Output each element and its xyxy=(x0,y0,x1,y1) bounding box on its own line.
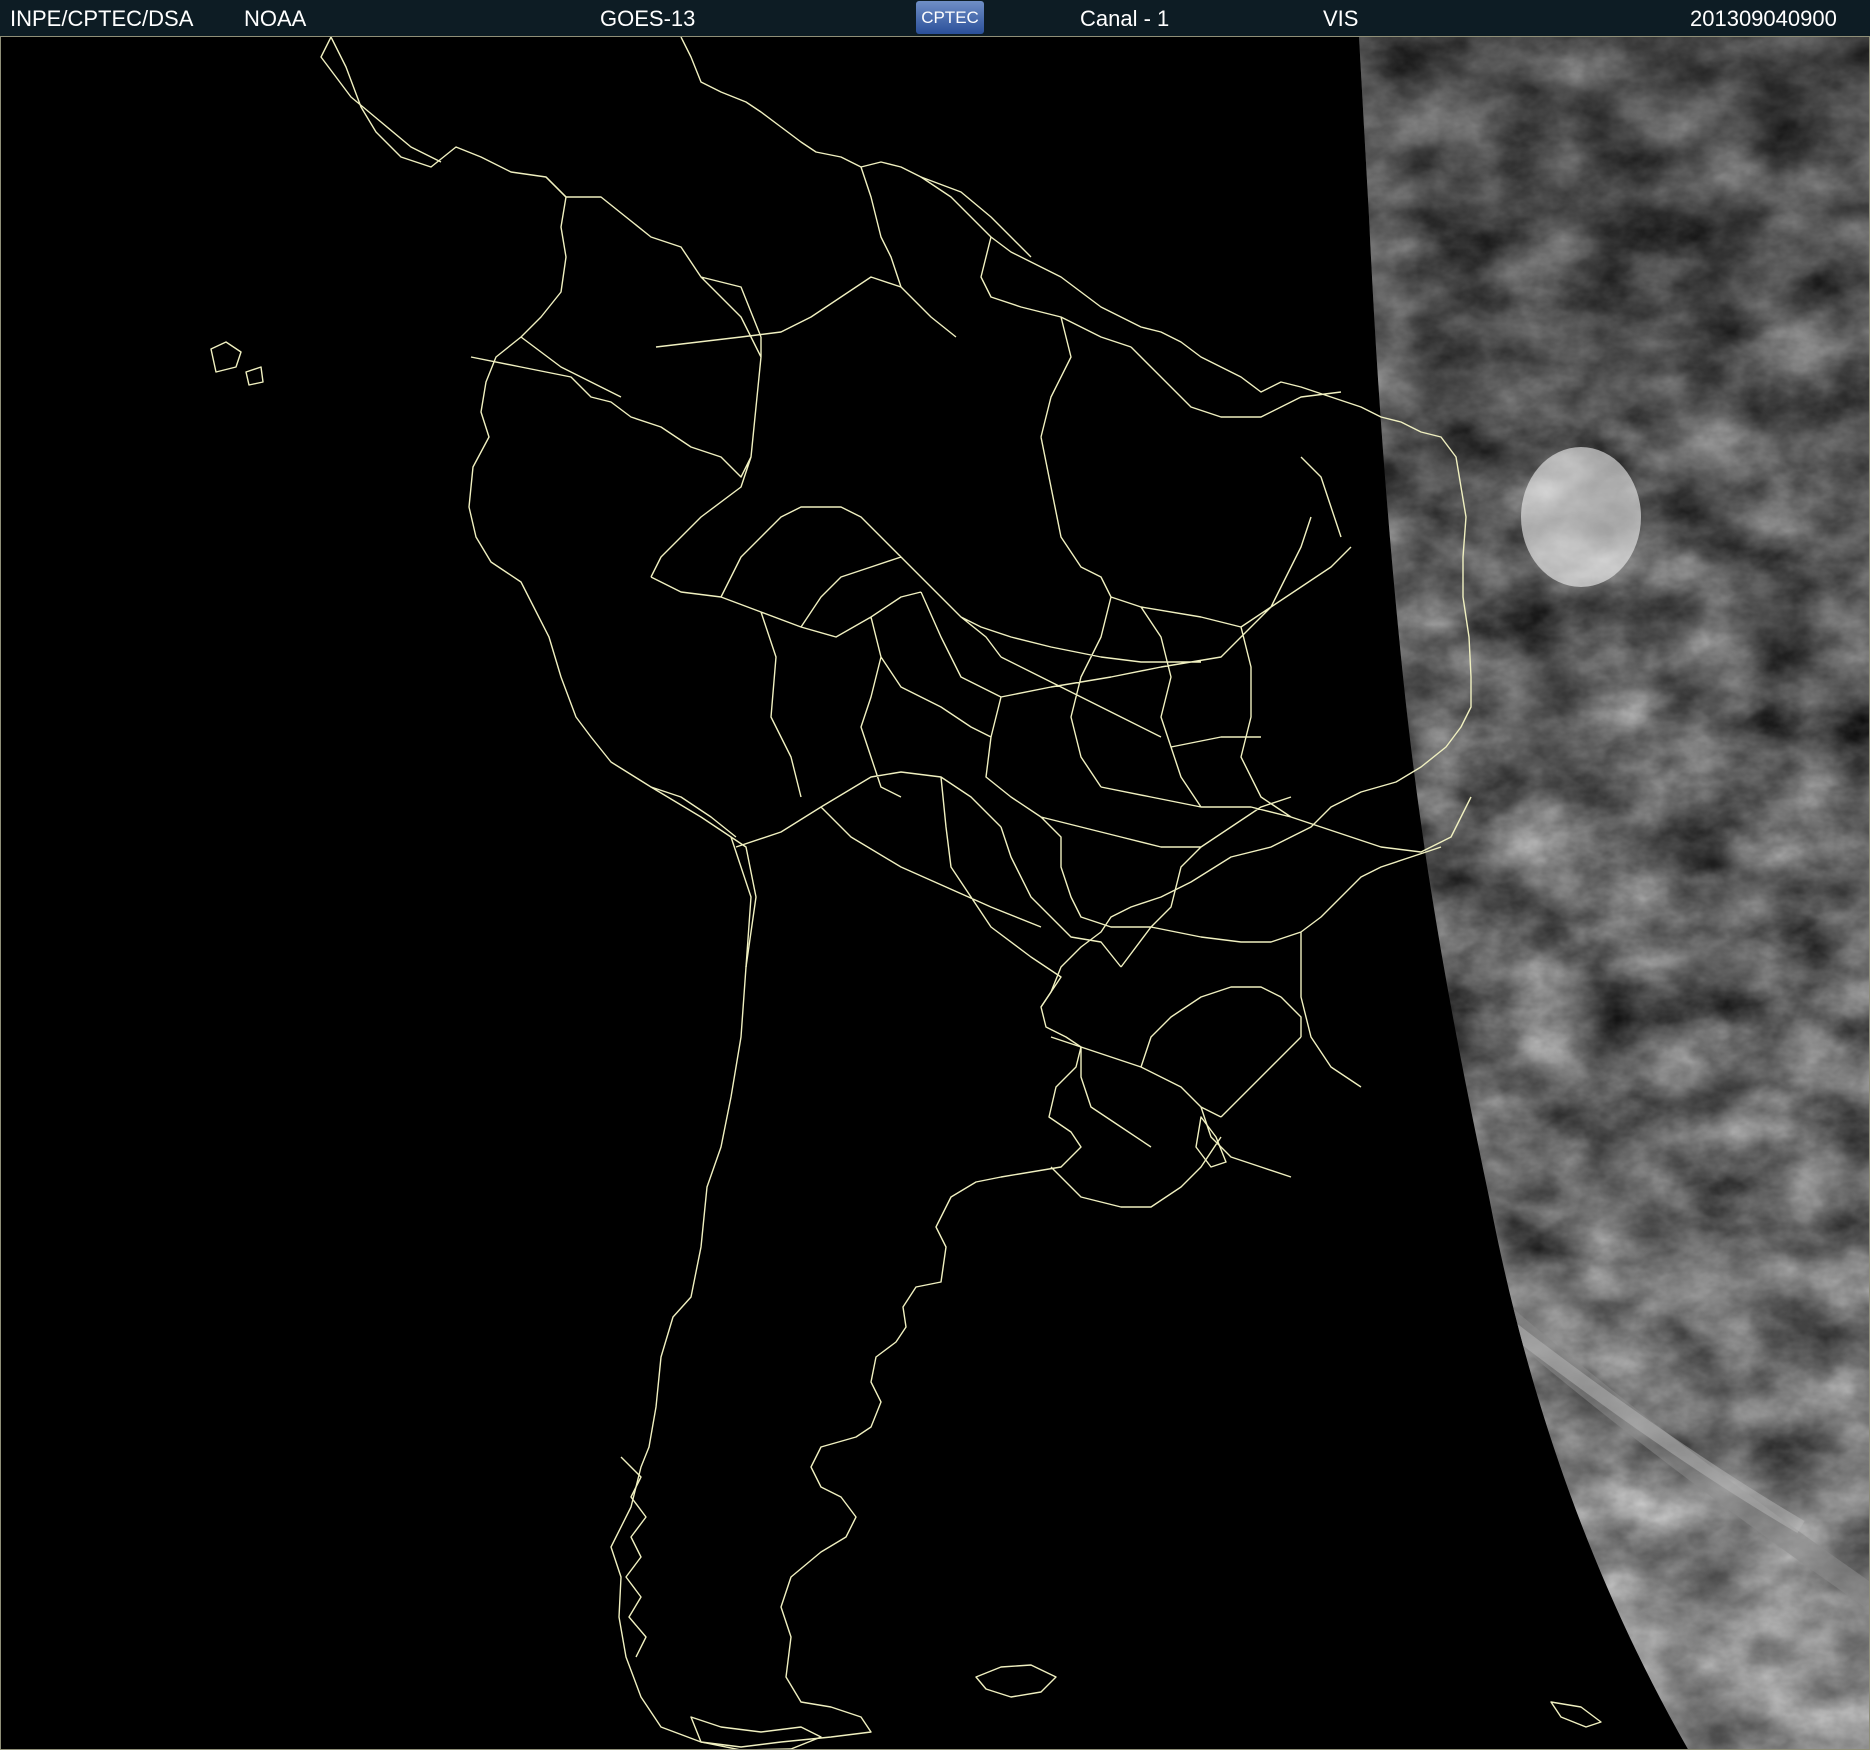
channel-label: Canal - 1 xyxy=(1080,6,1170,31)
agency-label: INPE/CPTEC/DSA xyxy=(10,6,194,31)
image-header-bar: INPE/CPTEC/DSA NOAA GOES-13 CPTEC Canal … xyxy=(0,0,1870,36)
band-label: VIS xyxy=(1323,6,1359,31)
source-label: NOAA xyxy=(244,6,307,31)
timestamp-label: 201309040900 xyxy=(1690,6,1837,31)
map-svg xyxy=(1,37,1869,1749)
cptec-logo: CPTEC xyxy=(916,1,984,34)
satellite-image xyxy=(0,36,1870,1750)
satellite-label: GOES-13 xyxy=(600,6,696,31)
